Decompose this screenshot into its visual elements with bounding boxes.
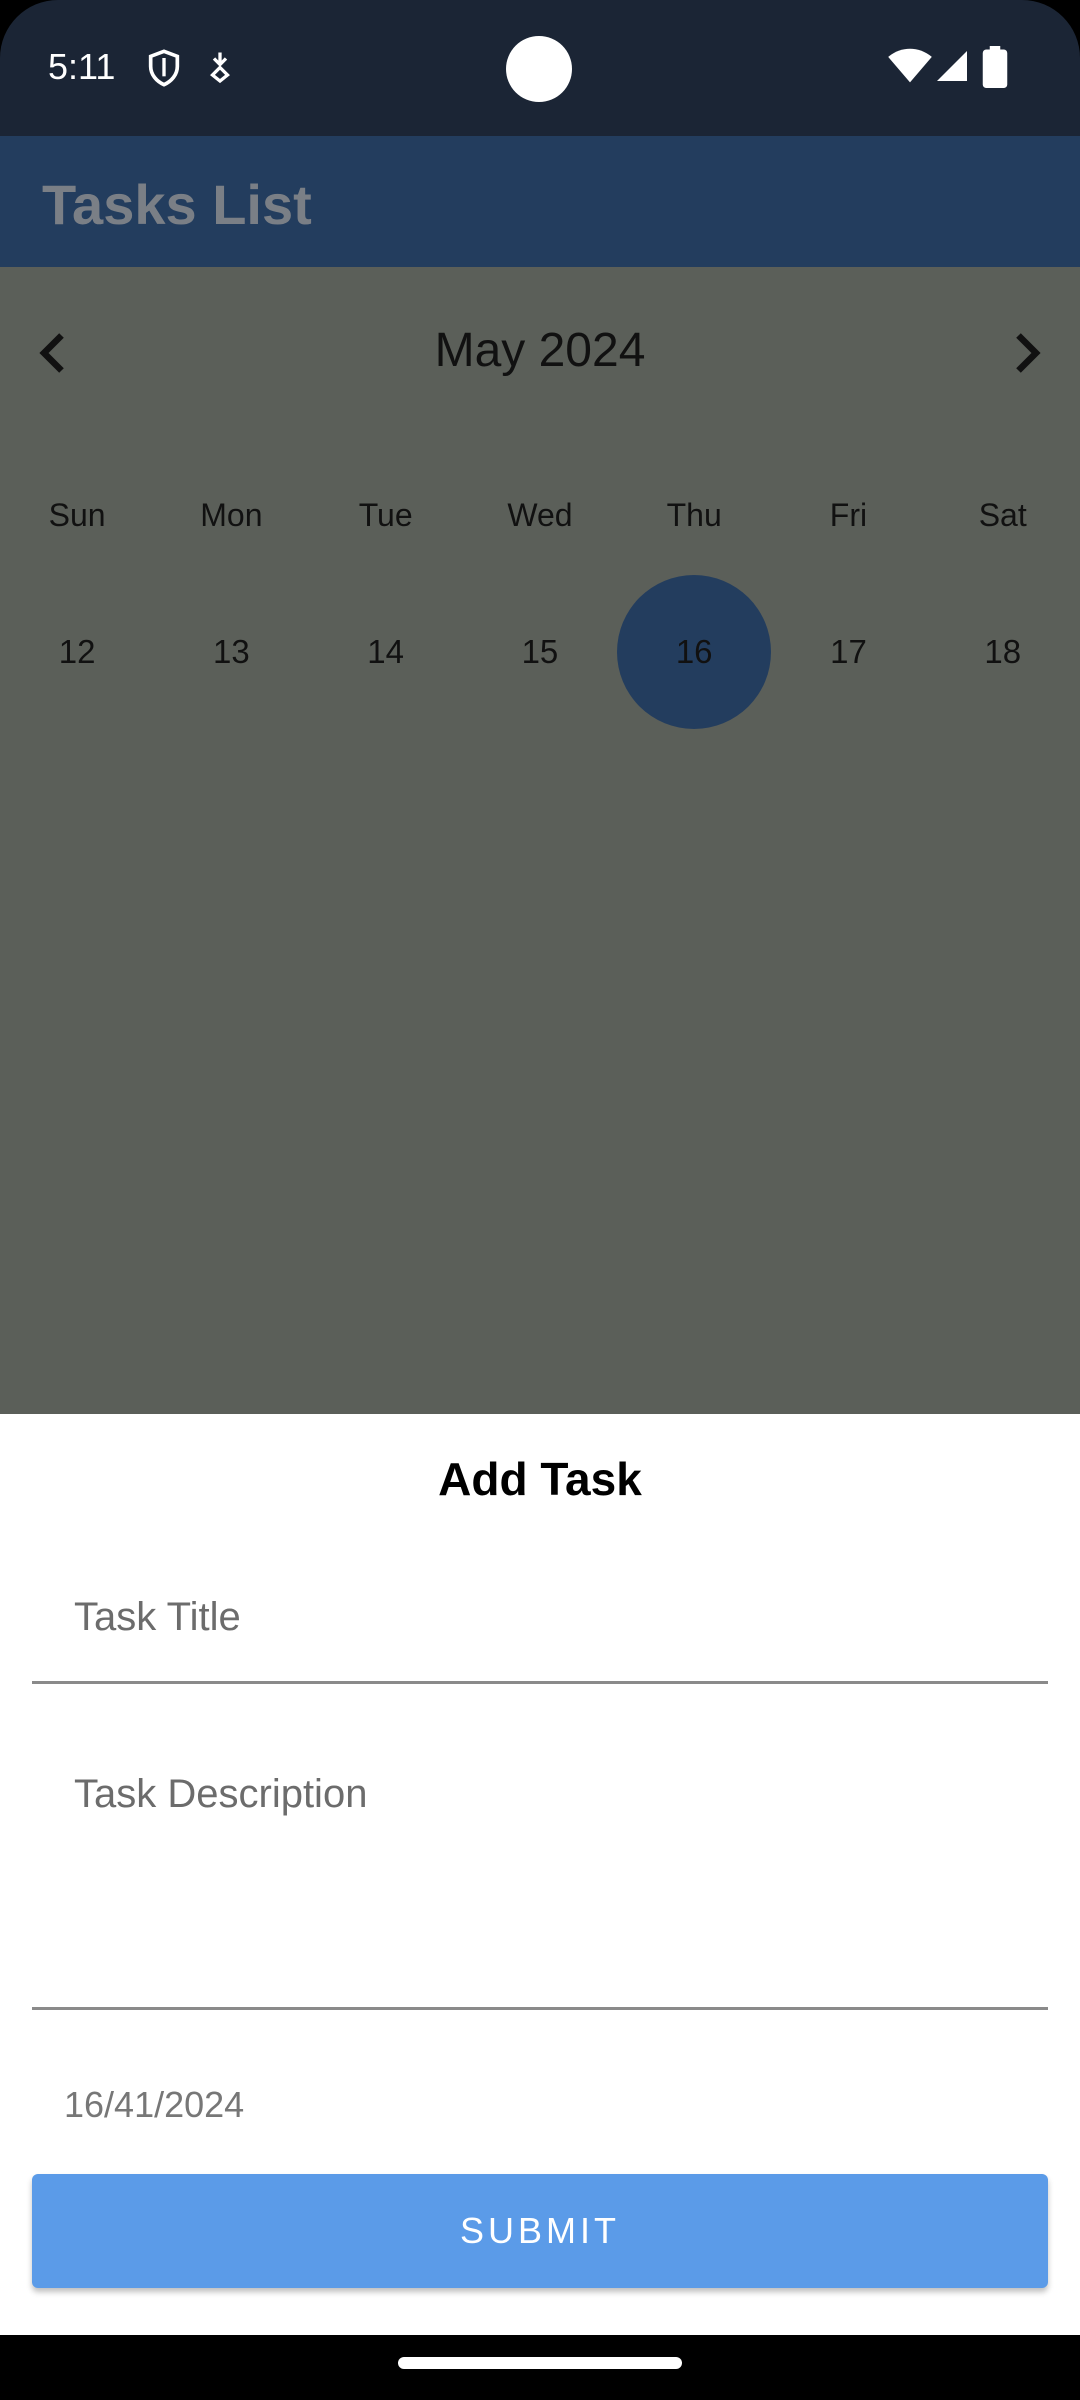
status-time: 5:11 xyxy=(48,46,116,87)
screen: 5:11 Tasks List May 2024 Sun Mon Tue Wed… xyxy=(0,0,1080,2400)
calendar-day[interactable]: 15 xyxy=(463,575,617,729)
shield-icon xyxy=(144,48,184,88)
day-number: 16 xyxy=(675,633,713,670)
task-title-input[interactable] xyxy=(32,1554,1048,1684)
add-task-sheet: Add Task 16/41/2024 SUBMIT xyxy=(0,1414,1080,2335)
sheet-title: Add Task xyxy=(438,1453,642,1505)
download-icon xyxy=(202,48,242,88)
task-date[interactable]: 16/41/2024 xyxy=(64,2084,244,2126)
app-bar: Tasks List xyxy=(0,136,1080,267)
day-number: 15 xyxy=(521,633,559,670)
weekday-label: Mon xyxy=(200,497,263,533)
calendar-day[interactable]: 14 xyxy=(309,575,463,729)
day-row: 12 13 14 15 16 17 18 xyxy=(0,575,1080,729)
weekday-label: Wed xyxy=(507,497,573,533)
home-handle[interactable] xyxy=(398,2357,682,2369)
day-number: 14 xyxy=(367,633,405,670)
calendar-day-selected[interactable]: 16 xyxy=(617,575,772,729)
weekday-label: Fri xyxy=(829,497,868,533)
day-number: 13 xyxy=(213,633,250,670)
status-bar: 5:11 xyxy=(0,0,1080,136)
calendar-header: May 2024 xyxy=(0,313,1080,393)
navigation-bar xyxy=(0,2335,1080,2400)
weekday-label: Thu xyxy=(666,497,722,533)
battery-icon xyxy=(982,46,1022,88)
day-number: 18 xyxy=(984,633,1022,670)
day-number: 17 xyxy=(830,633,867,670)
calendar-day[interactable]: 17 xyxy=(771,575,925,729)
task-description-input[interactable] xyxy=(32,1736,1048,2010)
weekday-label: Sat xyxy=(978,497,1027,533)
app-title: Tasks List xyxy=(42,173,312,236)
submit-button[interactable]: SUBMIT xyxy=(32,2174,1048,2288)
camera-cutout xyxy=(506,36,572,102)
month-label: May 2024 xyxy=(434,324,646,377)
calendar-day[interactable]: 12 xyxy=(0,575,154,729)
chevron-right-icon[interactable] xyxy=(996,323,1056,383)
day-number: 12 xyxy=(58,633,96,670)
calendar: May 2024 Sun Mon Tue Wed Thu Fri Sat 12 … xyxy=(0,267,1080,1414)
wifi-icon xyxy=(888,46,932,86)
calendar-day[interactable]: 18 xyxy=(926,575,1080,729)
signal-icon xyxy=(934,48,974,88)
calendar-day[interactable]: 13 xyxy=(154,575,308,729)
weekday-row: Sun Mon Tue Wed Thu Fri Sat xyxy=(0,475,1080,555)
weekday-label: Tue xyxy=(358,497,413,533)
weekday-label: Sun xyxy=(48,497,106,533)
